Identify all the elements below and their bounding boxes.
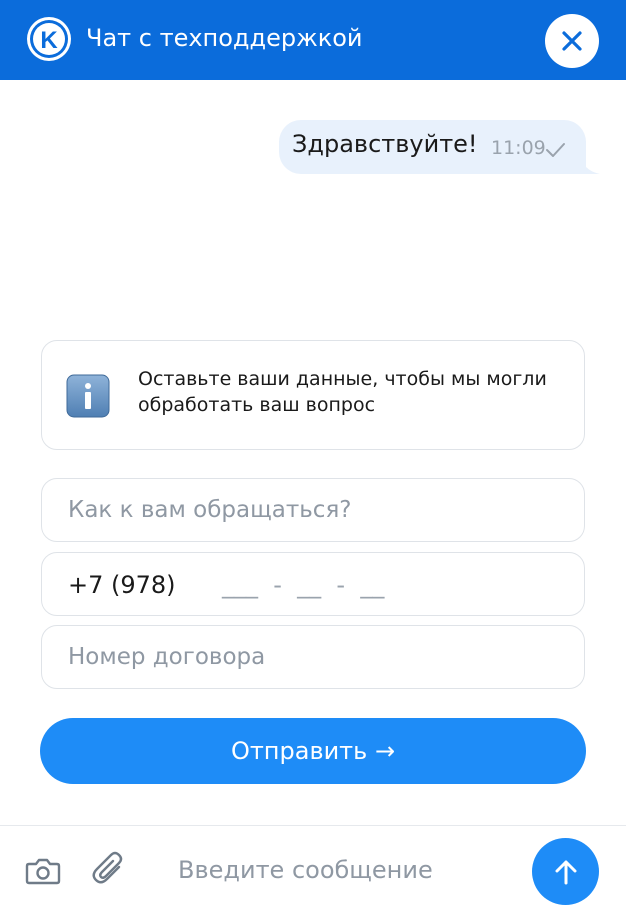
info-text: Оставьте ваши данные, чтобы мы могли обр… <box>138 368 547 416</box>
svg-text:K: K <box>40 27 58 54</box>
chat-header: K Чат с техподдержкой <box>0 0 626 80</box>
name-field <box>41 478 585 542</box>
submit-button[interactable]: Отправить → <box>40 718 586 784</box>
phone-field[interactable]: +7 (978) ___ - __ - __ <box>41 552 585 616</box>
camera-icon[interactable] <box>24 852 62 890</box>
chat-window: K Чат с техподдержкой Здравствуйте! 11:0… <box>0 0 626 918</box>
send-button[interactable] <box>532 838 599 905</box>
phone-mask: ___ - __ - __ <box>222 571 385 599</box>
message-text: Здравствуйте! <box>292 130 478 158</box>
arrow-up-icon <box>555 860 576 884</box>
message-time: 11:09 <box>491 137 546 159</box>
paperclip-icon[interactable] <box>90 850 130 890</box>
brand-logo: K <box>27 17 71 61</box>
message-input[interactable] <box>178 848 508 892</box>
close-button[interactable] <box>545 14 599 68</box>
chat-title: Чат с техподдержкой <box>86 24 363 52</box>
check-icon <box>546 143 565 157</box>
info-icon <box>66 374 110 418</box>
composer-divider <box>0 825 626 826</box>
phone-prefix: +7 (978) <box>68 571 176 599</box>
name-input[interactable] <box>68 479 568 541</box>
close-icon <box>562 31 582 51</box>
submit-label: Отправить → <box>230 737 396 765</box>
bubble-tail <box>580 154 600 174</box>
contract-input[interactable] <box>68 626 568 688</box>
contract-field <box>41 625 585 689</box>
